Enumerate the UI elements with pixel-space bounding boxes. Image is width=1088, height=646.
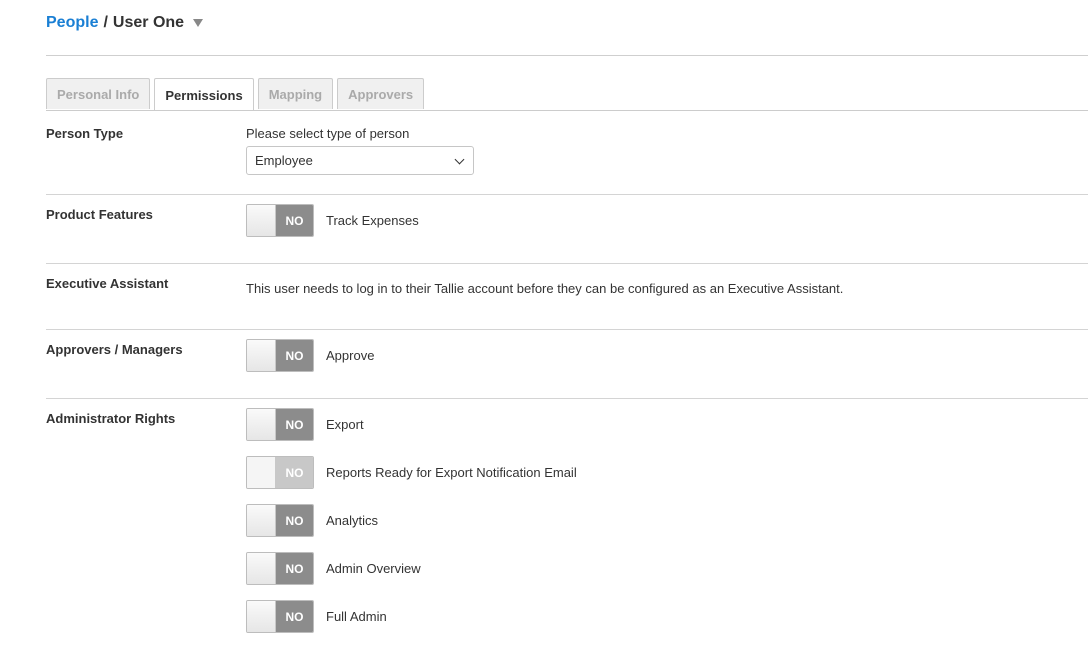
toggle-knob	[247, 601, 276, 632]
export-label: Export	[326, 417, 364, 432]
product-features-label: Product Features	[46, 207, 153, 222]
person-type-select-label: Please select type of person	[246, 126, 410, 141]
approvers-managers-label: Approvers / Managers	[46, 342, 183, 357]
track-expenses-toggle[interactable]: NO	[246, 204, 314, 237]
toggle-knob	[247, 457, 276, 488]
tab-approvers[interactable]: Approvers	[337, 78, 425, 109]
executive-assistant-label: Executive Assistant	[46, 276, 169, 291]
full-admin-row: NO Full Admin	[246, 600, 746, 633]
toggle-knob	[247, 505, 276, 536]
tab-permissions[interactable]: Permissions	[154, 78, 254, 111]
toggle-knob	[247, 340, 276, 371]
person-type-select[interactable]: Employee	[246, 146, 474, 175]
toggle-state: NO	[276, 553, 313, 584]
chevron-down-icon	[454, 154, 465, 165]
admin-overview-toggle[interactable]: NO	[246, 552, 314, 585]
administrator-rights-label: Administrator Rights	[46, 411, 176, 426]
approve-row: NO Approve	[246, 339, 374, 372]
full-admin-toggle[interactable]: NO	[246, 600, 314, 633]
toggle-knob	[247, 205, 276, 236]
approve-label: Approve	[326, 348, 375, 363]
section-divider	[46, 194, 1088, 195]
breadcrumb: People / User One	[46, 12, 204, 34]
track-expenses-row: NO Track Expenses	[246, 204, 419, 237]
toggle-knob	[247, 553, 276, 584]
section-divider	[46, 398, 1088, 399]
analytics-toggle[interactable]: NO	[246, 504, 314, 537]
track-expenses-label: Track Expenses	[326, 213, 419, 228]
export-notification-label: Reports Ready for Export Notification Em…	[326, 465, 577, 480]
tab-personal-info[interactable]: Personal Info	[46, 78, 151, 109]
caret-down-icon[interactable]	[193, 19, 204, 27]
section-divider	[46, 263, 1088, 264]
person-type-label: Person Type	[46, 126, 124, 141]
toggle-state: NO	[276, 409, 313, 440]
tab-bar-divider	[46, 110, 1088, 111]
tab-bar: Personal Info Permissions Mapping Approv…	[46, 78, 428, 111]
tab-mapping[interactable]: Mapping	[257, 78, 334, 109]
toggle-state: NO	[276, 505, 313, 536]
analytics-row: NO Analytics	[246, 504, 746, 537]
person-type-selected-value: Employee	[255, 153, 313, 168]
breadcrumb-people-link[interactable]: People	[46, 14, 98, 32]
header-divider	[46, 55, 1088, 56]
analytics-label: Analytics	[326, 513, 379, 528]
approve-toggle[interactable]: NO	[246, 339, 314, 372]
export-notification-toggle[interactable]: NO	[246, 456, 314, 489]
export-toggle[interactable]: NO	[246, 408, 314, 441]
admin-overview-label: Admin Overview	[326, 561, 421, 576]
section-divider	[46, 329, 1088, 330]
breadcrumb-separator: /	[103, 14, 108, 31]
breadcrumb-current-user: User One	[112, 14, 185, 31]
toggle-state: NO	[276, 205, 313, 236]
toggle-state: NO	[276, 601, 313, 632]
executive-assistant-message: This user needs to log in to their Talli…	[246, 281, 844, 296]
toggle-knob	[247, 409, 276, 440]
toggle-state: NO	[276, 340, 313, 371]
full-admin-label: Full Admin	[326, 609, 387, 624]
export-notification-row: NO Reports Ready for Export Notification…	[246, 456, 746, 489]
toggle-state: NO	[276, 457, 313, 488]
export-row: NO Export	[246, 408, 746, 441]
admin-overview-row: NO Admin Overview	[246, 552, 746, 585]
